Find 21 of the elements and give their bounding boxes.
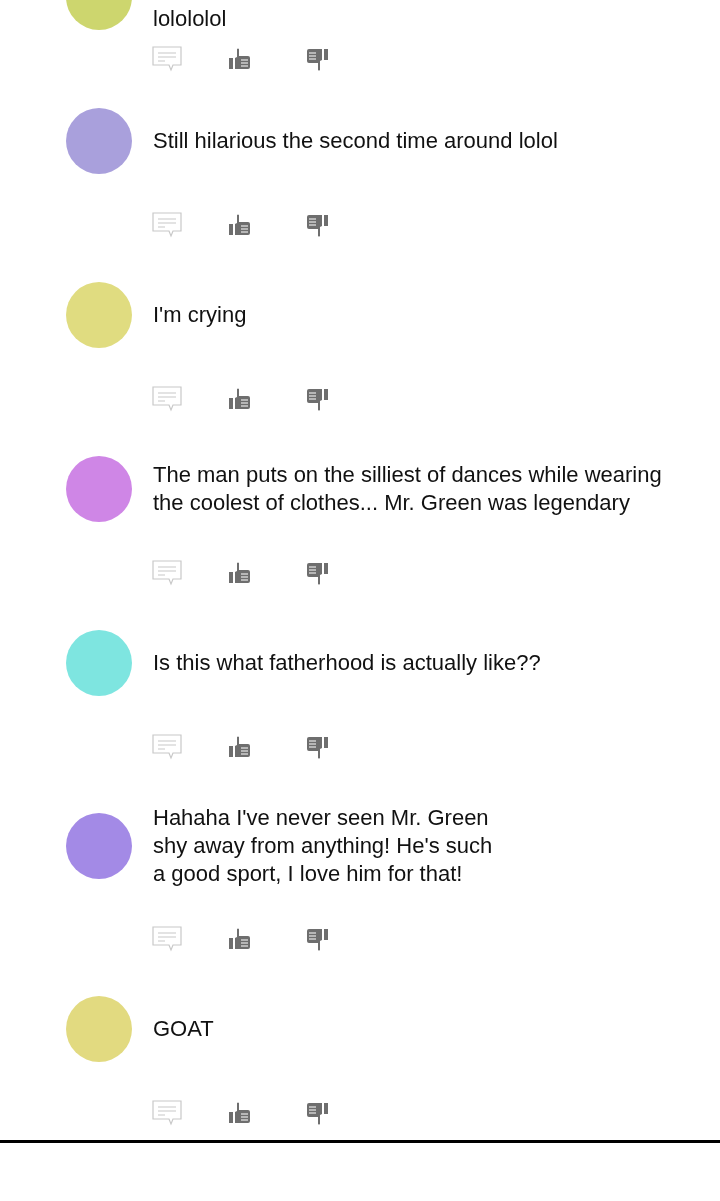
- thumbs-up-icon[interactable]: [229, 736, 250, 758]
- thumbs-down-icon[interactable]: [307, 213, 328, 237]
- comment-text: The man puts on the silliest of dances while wearing the coolest of clothes... Mr. Green was legendary: [153, 461, 662, 517]
- comment-text: Is this what fatherhood is actually like??: [153, 649, 541, 677]
- comment-text: GOAT: [153, 1015, 214, 1043]
- thumbs-up-icon[interactable]: [229, 214, 250, 236]
- comment-text: I'm crying: [153, 301, 247, 329]
- thumbs-down-icon[interactable]: [307, 387, 328, 411]
- thumbs-down-icon[interactable]: [307, 47, 328, 71]
- thumbs-up-icon[interactable]: [229, 928, 250, 950]
- comment-text: lolololol: [153, 8, 227, 30]
- thumbs-up-icon[interactable]: [229, 388, 250, 410]
- thumbs-up-icon[interactable]: [229, 1102, 250, 1124]
- comment-text: Hahaha I've never seen Mr. Green shy away from anything! He's such a good sport, I love him for that!: [153, 804, 493, 888]
- thumbs-up-icon[interactable]: [229, 48, 250, 70]
- thumbs-up-icon[interactable]: [229, 562, 250, 584]
- comment-text: Still hilarious the second time around lolol: [153, 127, 558, 155]
- thumbs-down-icon[interactable]: [307, 1101, 328, 1125]
- thumbs-down-icon[interactable]: [307, 561, 328, 585]
- thumbs-down-icon[interactable]: [307, 927, 328, 951]
- thumbs-down-icon[interactable]: [307, 735, 328, 759]
